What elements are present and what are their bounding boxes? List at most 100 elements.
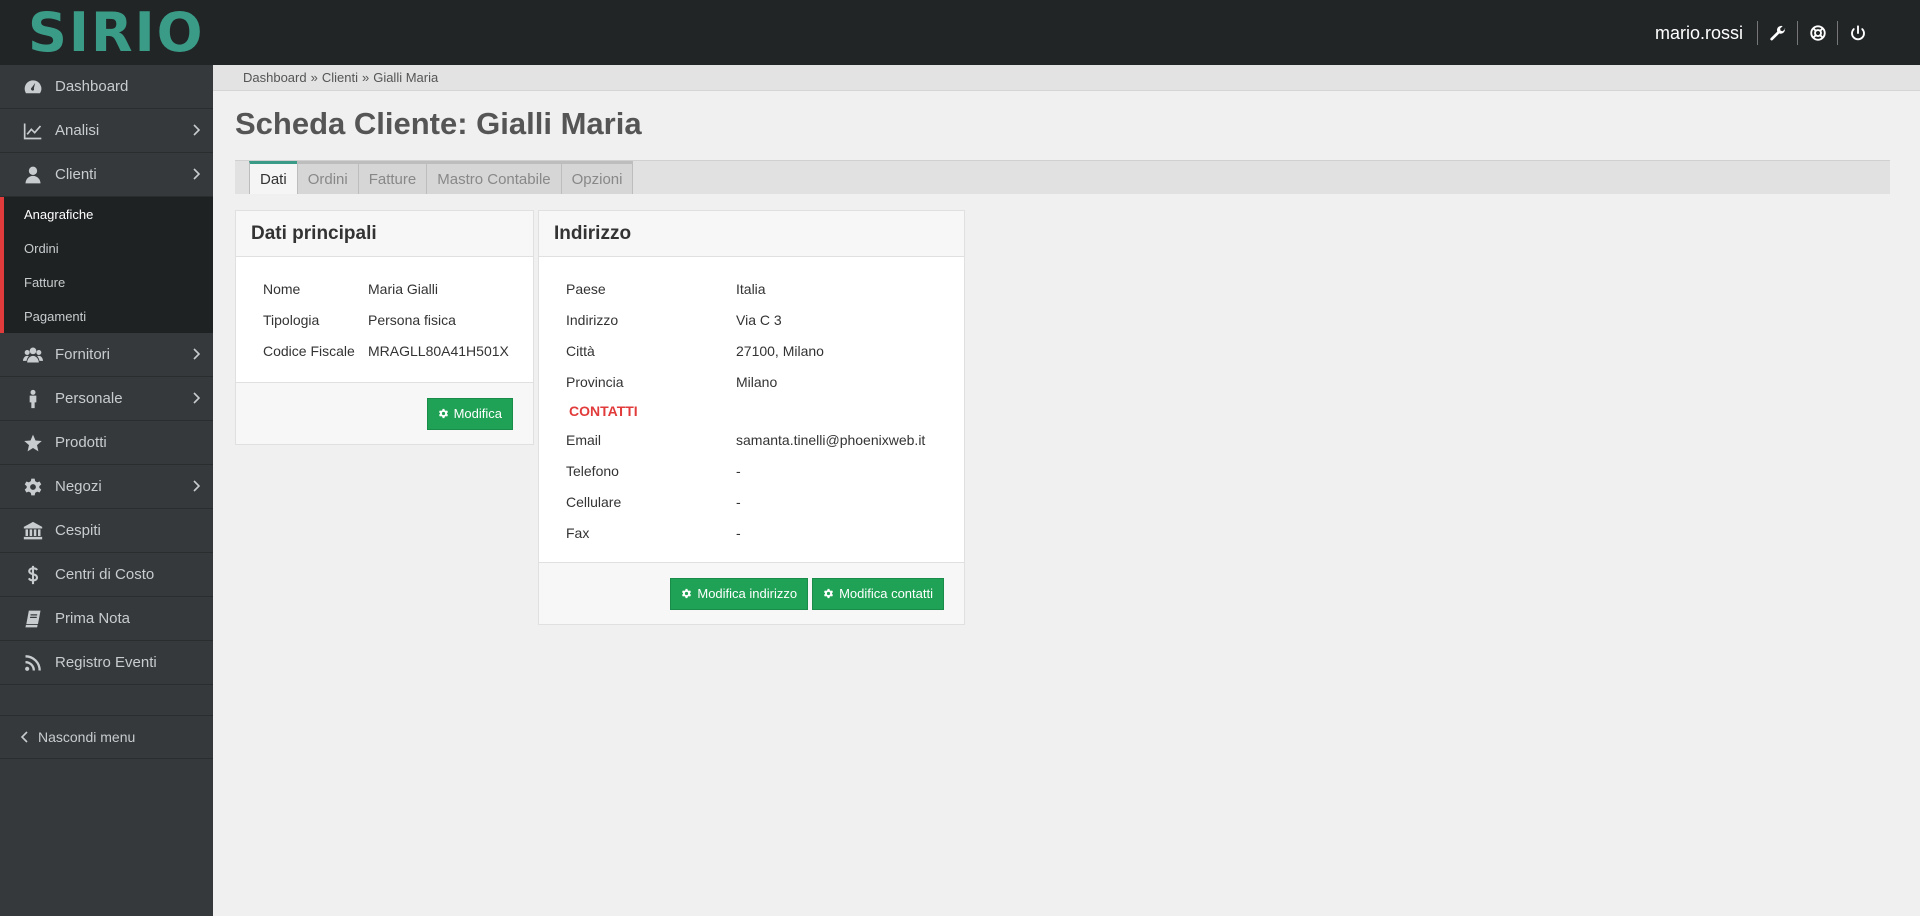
chevron-right-icon	[191, 479, 201, 493]
submenu-item-anagrafiche[interactable]: Anagrafiche	[4, 197, 213, 231]
top-bar: SIRIO mario.rossi	[0, 0, 1920, 65]
field-value: samanta.tinelli@phoenixweb.it	[736, 432, 925, 448]
breadcrumb-clienti[interactable]: Clienti	[322, 70, 358, 85]
lifebuoy-icon[interactable]	[1798, 21, 1838, 45]
field-value: -	[736, 525, 741, 541]
tab-dati[interactable]: Dati	[249, 161, 298, 194]
tab-opzioni[interactable]: Opzioni	[561, 161, 634, 194]
sidebar-item-label: Prodotti	[55, 434, 107, 451]
field-label: Nome	[263, 281, 368, 297]
field-label: Cellulare	[566, 494, 736, 510]
field-value: MRAGLL80A41H501X	[368, 343, 509, 359]
modifica-button[interactable]: Modifica	[427, 398, 513, 430]
sidebar-item-label: Centri di Costo	[55, 566, 154, 583]
sidebar-item-prima-nota[interactable]: Prima Nota	[0, 597, 213, 641]
chevron-right-icon	[191, 123, 201, 137]
tab-fatture[interactable]: Fatture	[358, 161, 428, 194]
gear-icon	[681, 588, 692, 599]
users-icon	[21, 345, 45, 365]
modifica-contatti-button[interactable]: Modifica contatti	[812, 578, 944, 610]
chart-line-icon	[21, 121, 45, 141]
sidebar-item-label: Registro Eventi	[55, 654, 157, 671]
field-row: Codice Fiscale MRAGLL80A41H501X	[263, 335, 533, 366]
button-label: Modifica contatti	[839, 586, 933, 601]
person-icon	[21, 389, 45, 409]
book-icon	[21, 609, 45, 629]
sidebar-item-label: Fornitori	[55, 346, 110, 363]
field-value: Via C 3	[736, 312, 782, 328]
field-label: Paese	[566, 281, 736, 297]
field-label: Città	[566, 343, 736, 359]
field-row: Tipologia Persona fisica	[263, 304, 533, 335]
chevron-right-icon	[191, 391, 201, 405]
field-value: Maria Gialli	[368, 281, 438, 297]
rss-icon	[21, 653, 45, 673]
wrench-icon[interactable]	[1758, 21, 1798, 45]
gear-icon	[21, 477, 45, 497]
chevron-right-icon	[191, 167, 201, 181]
breadcrumb-separator: »	[311, 70, 318, 85]
breadcrumb: Dashboard » Clienti » Gialli Maria	[213, 65, 1920, 91]
sidebar-item-label: Clienti	[55, 166, 97, 183]
field-row: Paese Italia	[566, 273, 964, 304]
breadcrumb-current: Gialli Maria	[373, 70, 438, 85]
panel-body: Paese Italia Indirizzo Via C 3 Città 271…	[539, 257, 964, 562]
panel-title: Dati principali	[236, 211, 533, 257]
logo[interactable]: SIRIO	[28, 6, 205, 60]
field-row: Provincia Milano	[566, 366, 964, 397]
sidebar-item-cespiti[interactable]: Cespiti	[0, 509, 213, 553]
sidebar-item-label: Personale	[55, 390, 123, 407]
panel-footer: Modifica indirizzo Modifica contatti	[539, 562, 964, 624]
field-row: Indirizzo Via C 3	[566, 304, 964, 335]
dollar-icon	[21, 565, 45, 585]
tab-ordini[interactable]: Ordini	[297, 161, 359, 194]
hide-menu-label: Nascondi menu	[38, 729, 135, 745]
gear-icon	[438, 408, 449, 419]
field-label: Email	[566, 432, 736, 448]
field-label: Codice Fiscale	[263, 343, 368, 359]
sidebar-item-dashboard[interactable]: Dashboard	[0, 65, 213, 109]
sidebar-item-fornitori[interactable]: Fornitori	[0, 333, 213, 377]
sidebar-item-clienti[interactable]: Clienti	[0, 153, 213, 197]
submenu-item-fatture[interactable]: Fatture	[4, 265, 213, 299]
tab-mastro-contabile[interactable]: Mastro Contabile	[426, 161, 561, 194]
sidebar-item-analisi[interactable]: Analisi	[0, 109, 213, 153]
user-icon	[21, 165, 45, 185]
chevron-right-icon	[191, 347, 201, 361]
page-title: Scheda Cliente: Gialli Maria	[235, 106, 642, 142]
field-row: Email samanta.tinelli@phoenixweb.it	[566, 424, 964, 455]
panel-footer: Modifica	[236, 382, 533, 444]
username[interactable]: mario.rossi	[1655, 21, 1758, 45]
sidebar-item-negozi[interactable]: Negozi	[0, 465, 213, 509]
field-label: Fax	[566, 525, 736, 541]
sidebar-item-centri-di-costo[interactable]: Centri di Costo	[0, 553, 213, 597]
logo-text: SIRIO	[28, 6, 205, 60]
sidebar-item-label: Analisi	[55, 122, 99, 139]
sidebar-item-prodotti[interactable]: Prodotti	[0, 421, 213, 465]
button-label: Modifica indirizzo	[697, 586, 797, 601]
field-label: Indirizzo	[566, 312, 736, 328]
sidebar-item-registro-eventi[interactable]: Registro Eventi	[0, 641, 213, 685]
field-value: Milano	[736, 374, 777, 390]
field-row: Fax -	[566, 517, 964, 548]
field-row: Città 27100, Milano	[566, 335, 964, 366]
panel-body: Nome Maria Gialli Tipologia Persona fisi…	[236, 257, 533, 382]
power-icon[interactable]	[1838, 21, 1878, 45]
button-label: Modifica	[454, 406, 502, 421]
modifica-indirizzo-button[interactable]: Modifica indirizzo	[670, 578, 808, 610]
panel-dati-principali: Dati principali Nome Maria Gialli Tipolo…	[235, 210, 534, 445]
sidebar-item-personale[interactable]: Personale	[0, 377, 213, 421]
bank-icon	[21, 521, 45, 541]
breadcrumb-dashboard[interactable]: Dashboard	[243, 70, 307, 85]
sidebar-item-label: Cespiti	[55, 522, 101, 539]
field-value: Italia	[736, 281, 766, 297]
submenu-item-pagamenti[interactable]: Pagamenti	[4, 299, 213, 333]
panel-title: Indirizzo	[539, 211, 964, 257]
submenu-item-ordini[interactable]: Ordini	[4, 231, 213, 265]
gear-icon	[823, 588, 834, 599]
field-value: Persona fisica	[368, 312, 456, 328]
hide-menu-button[interactable]: Nascondi menu	[0, 715, 213, 759]
tabs-bar: Dati Ordini Fatture Mastro Contabile Opz…	[235, 160, 1890, 194]
dashboard-icon	[21, 77, 45, 97]
field-label: Provincia	[566, 374, 736, 390]
